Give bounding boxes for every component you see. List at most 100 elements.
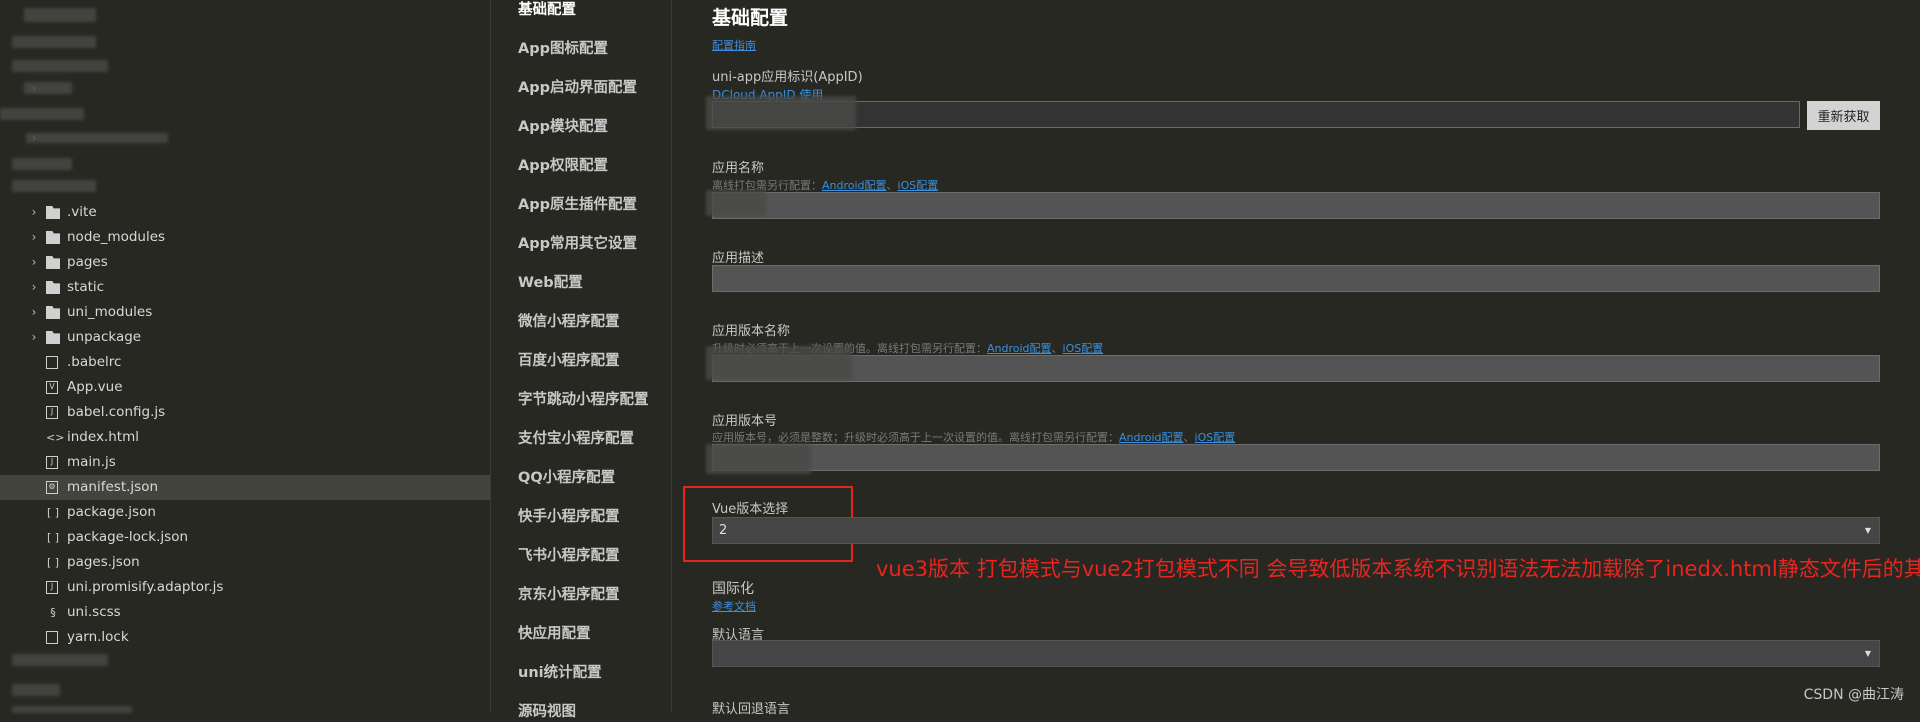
ios-config-link[interactable]: iOS配置 (898, 179, 939, 192)
folder-icon (46, 231, 60, 244)
html-file-icon: <> (46, 431, 65, 444)
chevron-right-icon: › (31, 305, 37, 319)
fallback-lang-label: 默认回退语言 (712, 702, 791, 717)
folder-icon (46, 206, 60, 219)
version-code-hint: 应用版本号，必须是整数；升级时必须高于上一次设置的值。离线打包需另行配置：And… (712, 429, 1235, 445)
refresh-appid-button[interactable]: 重新获取 (1807, 101, 1880, 130)
menu-item[interactable]: 百度小程序配置 (518, 351, 620, 371)
tree-item-pages[interactable]: › pages (0, 250, 490, 275)
manifest-editor: 基础配置 配置指南 uni-app应用标识(AppID) DCloud AppI… (672, 0, 1920, 717)
js-file-icon: J (46, 581, 58, 594)
tree-item-label: main.js (67, 454, 116, 470)
redacted-item (12, 36, 96, 48)
tree-item-package-lock-json[interactable]: [ ] package-lock.json (0, 525, 490, 550)
menu-item[interactable]: Web配置 (518, 273, 583, 293)
tree-item-package-json[interactable]: [ ] package.json (0, 500, 490, 525)
menu-item[interactable]: App权限配置 (518, 156, 608, 176)
tree-item-pages-json[interactable]: [ ] pages.json (0, 550, 490, 575)
tree-item-app-vue[interactable]: V App.vue (0, 375, 490, 400)
menu-item[interactable]: 基础配置 (518, 0, 576, 20)
version-name-label: 应用版本名称 (712, 324, 791, 339)
tree-item-yarn-lock[interactable]: yarn.lock (0, 625, 490, 650)
menu-item[interactable]: App启动界面配置 (518, 78, 637, 98)
menu-item[interactable]: App图标配置 (518, 39, 608, 59)
page-title: 基础配置 (712, 7, 789, 29)
tree-item-vite[interactable]: › .vite (0, 200, 490, 225)
redacted-item (24, 8, 96, 22)
i18n-title: 国际化 (712, 581, 754, 597)
menu-item[interactable]: 快应用配置 (518, 624, 591, 644)
separator: 、 (1051, 342, 1063, 355)
file-explorer: › › › .vite › node_modules › pages › static › uni… (0, 0, 491, 713)
redacted-item (12, 158, 72, 170)
menu-item[interactable]: QQ小程序配置 (518, 468, 615, 488)
tree-item-index-html[interactable]: <> index.html (0, 425, 490, 450)
menu-item[interactable]: 快手小程序配置 (518, 507, 620, 527)
app-name-input[interactable] (712, 192, 1880, 219)
json-file-icon: [ ] (46, 506, 60, 519)
ios-config-link[interactable]: iOS配置 (1063, 342, 1104, 355)
redacted-item (0, 108, 84, 120)
menu-item[interactable]: App原生插件配置 (518, 195, 637, 215)
app-desc-input[interactable] (712, 265, 1880, 292)
tree-item-label: static (67, 279, 105, 295)
default-lang-select[interactable]: ▼ (712, 640, 1880, 667)
tree-item-babelrc[interactable]: .babelrc (0, 350, 490, 375)
menu-item[interactable]: 京东小程序配置 (518, 585, 620, 605)
chevron-right-icon: › (31, 280, 37, 294)
redacted-item (12, 706, 132, 713)
ios-config-link[interactable]: iOS配置 (1195, 431, 1236, 444)
menu-item[interactable]: 微信小程序配置 (518, 312, 620, 332)
menu-item[interactable]: 字节跳动小程序配置 (518, 390, 649, 410)
menu-item[interactable]: 源码视图 (518, 702, 576, 722)
menu-item[interactable]: 支付宝小程序配置 (518, 429, 634, 449)
manifest-section-menu: 基础配置 App图标配置 App启动界面配置 App模块配置 App权限配置 App原生插… (491, 0, 672, 720)
tree-item-babel-config-js[interactable]: Jbabel.config.js (0, 400, 490, 425)
version-code-label: 应用版本号 (712, 414, 778, 429)
chevron-right-icon: › (31, 230, 37, 244)
tree-item-redacted[interactable]: › (0, 126, 490, 151)
i18n-doc-link[interactable]: 参考文档 (712, 598, 756, 614)
folder-icon (46, 331, 60, 344)
tree-item-label: babel.config.js (67, 404, 166, 420)
dropdown-arrow-icon: ▼ (1864, 649, 1871, 658)
version-name-input[interactable] (712, 355, 1880, 382)
menu-item[interactable]: uni统计配置 (518, 663, 602, 683)
tree-item-label: uni_modules (67, 304, 153, 320)
redacted-value (706, 346, 852, 380)
scss-file-icon: § (50, 606, 56, 619)
appid-input[interactable] (712, 101, 1800, 128)
tree-item-manifest-json[interactable]: ⚙ manifest.json (0, 475, 490, 500)
tree-item-unpackage[interactable]: › unpackage (0, 325, 490, 350)
menu-item[interactable]: App模块配置 (518, 117, 608, 137)
tree-item-label: uni.promisify.adaptor.js (67, 579, 224, 595)
tree-item-static[interactable]: › static (0, 275, 490, 300)
chevron-right-icon: › (31, 330, 37, 344)
tree-item-label: yarn.lock (67, 629, 129, 645)
android-config-link[interactable]: Android配置 (1119, 431, 1184, 444)
tree-item-label: pages.json (67, 554, 140, 570)
redacted-value (706, 96, 856, 130)
file-icon (46, 631, 58, 644)
vue-version-select[interactable]: 2 ▼ (712, 517, 1880, 544)
tree-item-uni-promisify-adaptor-js[interactable]: Juni.promisify.adaptor.js (0, 575, 490, 600)
annotation-text: vue3版本 打包模式与vue2打包模式不同 会导致低版本系统不识别语法无法加载… (876, 557, 1920, 581)
tree-item-node-modules[interactable]: › node_modules (0, 225, 490, 250)
tree-item-label: node_modules (67, 229, 166, 245)
tree-item-label: package-lock.json (67, 529, 189, 545)
version-code-input[interactable] (712, 444, 1880, 471)
tree-item-redacted[interactable]: › (0, 76, 490, 101)
tree-item-uni-scss[interactable]: § uni.scss (0, 600, 490, 625)
json-file-icon: [ ] (46, 556, 60, 569)
tree-item-main-js[interactable]: Jmain.js (0, 450, 490, 475)
menu-item[interactable]: 飞书小程序配置 (518, 546, 620, 566)
android-config-link[interactable]: Android配置 (822, 179, 887, 192)
tree-item-label: .babelrc (67, 354, 122, 370)
app-desc-label: 应用描述 (712, 251, 765, 266)
tree-item-uni-modules[interactable]: › uni_modules (0, 300, 490, 325)
tree-item-label: index.html (67, 429, 139, 445)
android-config-link[interactable]: Android配置 (987, 342, 1052, 355)
appid-label: uni-app应用标识(AppID) (712, 70, 863, 85)
menu-item[interactable]: App常用其它设置 (518, 234, 637, 254)
guide-link[interactable]: 配置指南 (712, 37, 756, 53)
